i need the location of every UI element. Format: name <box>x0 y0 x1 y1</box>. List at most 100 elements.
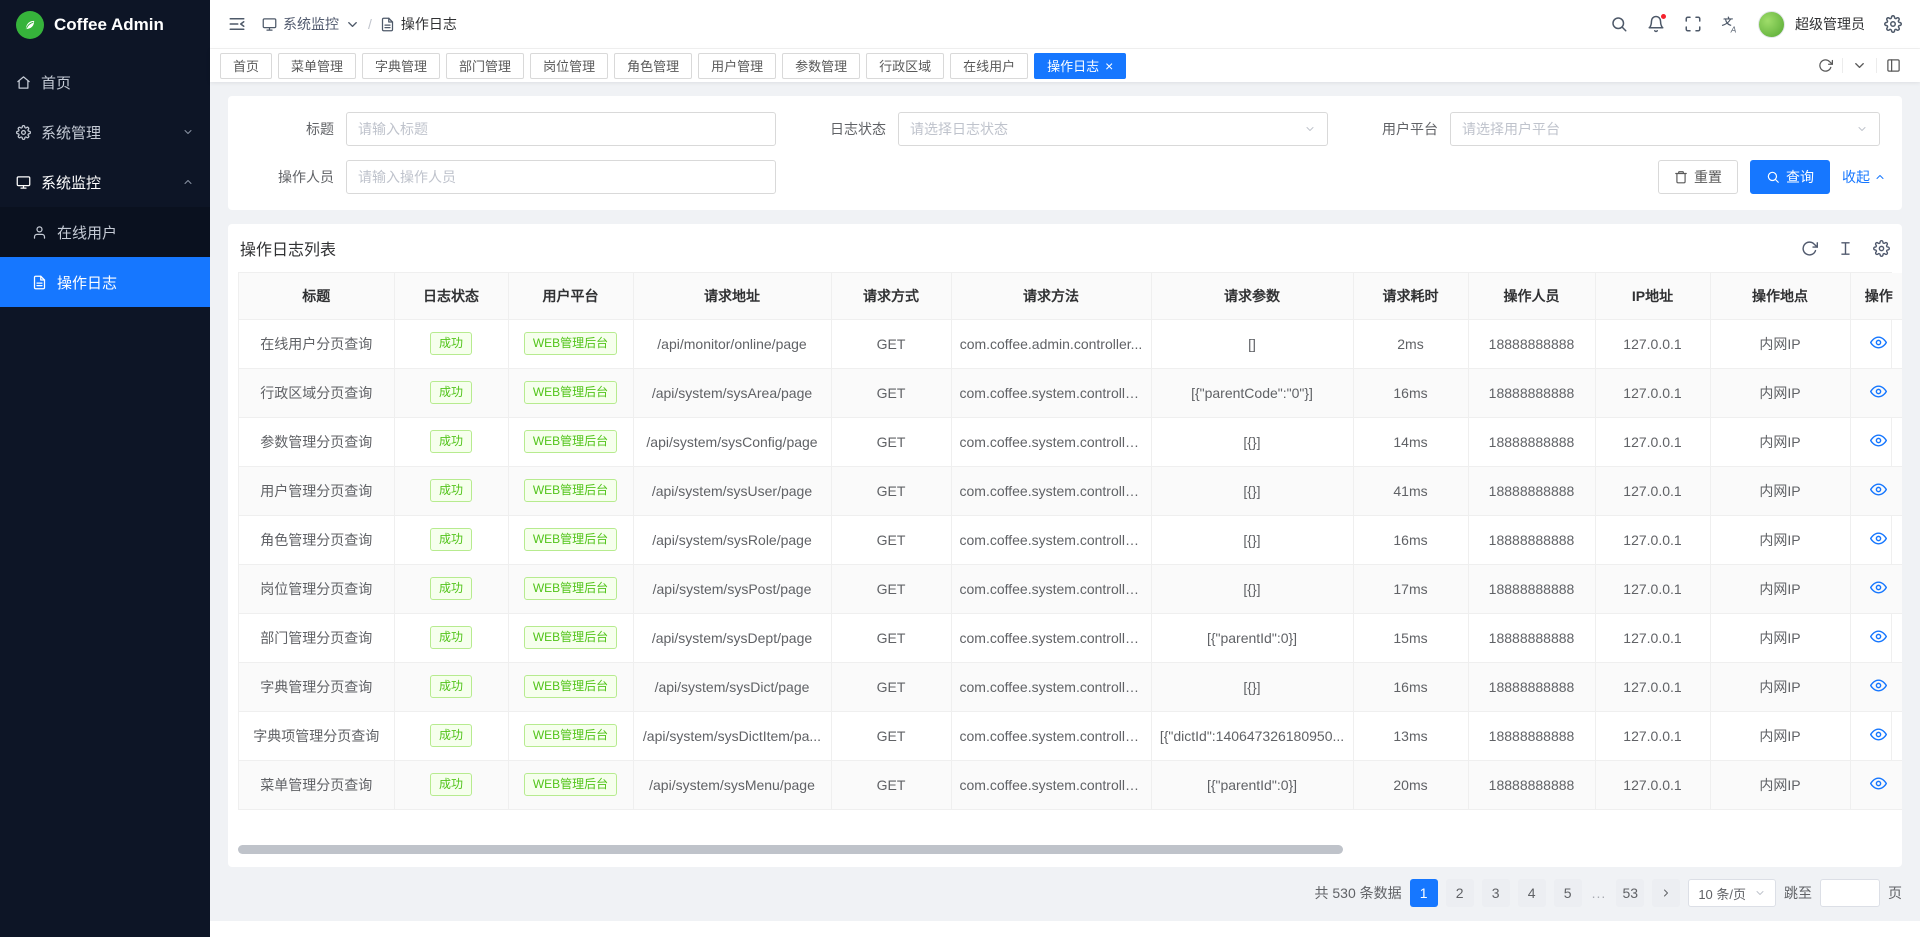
monitor-icon <box>16 175 31 190</box>
cell-actions <box>1850 368 1902 417</box>
filter-actions: 重置 查询 收起 <box>1658 160 1886 194</box>
view-detail-button[interactable] <box>1870 628 1887 645</box>
cell-ip: 127.0.0.1 <box>1595 711 1710 760</box>
view-detail-button[interactable] <box>1870 677 1887 694</box>
operator-input[interactable] <box>346 160 776 194</box>
cell-platform: WEB管理后台 <box>508 515 633 564</box>
page-button-3[interactable]: 3 <box>1482 879 1510 907</box>
cell-duration: 13ms <box>1353 711 1468 760</box>
page-size-select[interactable]: 10 条/页 <box>1688 879 1776 907</box>
language-icon[interactable]: 文A <box>1721 15 1739 33</box>
cell-title: 字典项管理分页查询 <box>239 711 394 760</box>
sidebar-item-home[interactable]: 首页 <box>0 57 210 107</box>
view-detail-button[interactable] <box>1870 775 1887 792</box>
monitor-icon <box>262 17 277 32</box>
breadcrumb-item-monitor[interactable]: 系统监控 <box>262 14 360 34</box>
status-select[interactable]: 请选择日志状态 <box>898 112 1328 146</box>
brand-logo-icon <box>16 11 44 39</box>
sidebar-item-online-users[interactable]: 在线用户 <box>0 207 210 257</box>
breadcrumb-label: 系统监控 <box>283 14 339 34</box>
chevron-down-icon <box>1754 887 1766 899</box>
column-header: 请求方法 <box>951 273 1151 319</box>
view-detail-button[interactable] <box>1870 481 1887 498</box>
chevron-down-icon <box>182 126 194 138</box>
total-count: 共 530 条数据 <box>1315 883 1402 903</box>
fullscreen-icon[interactable] <box>1684 15 1702 33</box>
current-user-name[interactable]: 超级管理员 <box>1795 14 1865 34</box>
search-button[interactable]: 查询 <box>1750 160 1830 194</box>
tab-home[interactable]: 首页 <box>220 53 272 79</box>
cell-method: GET <box>831 564 951 613</box>
brand-logo[interactable]: Coffee Admin <box>0 0 210 49</box>
cell-ip: 127.0.0.1 <box>1595 368 1710 417</box>
page-button-1[interactable]: 1 <box>1410 879 1438 907</box>
tab-area-management[interactable]: 行政区域 <box>866 53 944 79</box>
cell-duration: 20ms <box>1353 760 1468 809</box>
cell-duration: 16ms <box>1353 368 1468 417</box>
platform-select[interactable]: 请选择用户平台 <box>1450 112 1880 146</box>
cell-platform: WEB管理后台 <box>508 417 633 466</box>
cell-function: com.coffee.system.controlle... <box>951 760 1151 809</box>
sidebar-item-operation-log[interactable]: 操作日志 <box>0 257 210 307</box>
tab-menu-icon[interactable] <box>1852 58 1867 73</box>
tab-operation-log[interactable]: 操作日志× <box>1034 53 1126 79</box>
sidebar-item-label: 系统管理 <box>41 122 101 143</box>
search-icon[interactable] <box>1610 15 1628 33</box>
sidebar-item-system-management[interactable]: 系统管理 <box>0 107 210 157</box>
tab-user-management[interactable]: 用户管理 <box>698 53 776 79</box>
tab-dict-management[interactable]: 字典管理 <box>362 53 440 79</box>
cell-method: GET <box>831 417 951 466</box>
cell-url: /api/system/sysArea/page <box>633 368 831 417</box>
jump-page-input[interactable] <box>1820 879 1880 907</box>
refresh-table-icon[interactable] <box>1801 240 1818 257</box>
cell-params: [{}] <box>1151 466 1353 515</box>
app-root: Coffee Admin 首页系统管理系统监控在线用户操作日志 系统监控 / 操… <box>0 0 1920 937</box>
collapse-filters-link[interactable]: 收起 <box>1842 167 1886 187</box>
page-button-2[interactable]: 2 <box>1446 879 1474 907</box>
row-density-icon[interactable] <box>1837 240 1854 257</box>
view-detail-button[interactable] <box>1870 432 1887 449</box>
chevron-up-icon <box>182 176 194 188</box>
column-settings-icon[interactable] <box>1873 240 1890 257</box>
title-input[interactable] <box>346 112 776 146</box>
tab-menu-management[interactable]: 菜单管理 <box>278 53 356 79</box>
platform-tag: WEB管理后台 <box>524 332 617 355</box>
view-detail-button[interactable] <box>1870 383 1887 400</box>
settings-icon[interactable] <box>1884 15 1902 33</box>
page-button-4[interactable]: 4 <box>1518 879 1546 907</box>
breadcrumb-label: 操作日志 <box>401 14 457 34</box>
page-button-53[interactable]: 53 <box>1616 879 1644 907</box>
tab-config-management[interactable]: 参数管理 <box>782 53 860 79</box>
cell-platform: WEB管理后台 <box>508 711 633 760</box>
page-button-5[interactable]: 5 <box>1554 879 1582 907</box>
platform-tag: WEB管理后台 <box>524 724 617 747</box>
collapse-filters-label: 收起 <box>1842 167 1870 187</box>
collapse-sidebar-icon[interactable] <box>228 15 246 33</box>
view-detail-button[interactable] <box>1870 579 1887 596</box>
notifications-button[interactable] <box>1647 15 1665 33</box>
tab-post-management[interactable]: 岗位管理 <box>530 53 608 79</box>
chevron-down-icon <box>1856 123 1868 135</box>
next-page-button[interactable] <box>1652 879 1680 907</box>
view-detail-button[interactable] <box>1870 726 1887 743</box>
cell-function: com.coffee.system.controlle... <box>951 515 1151 564</box>
sidebar-item-label: 操作日志 <box>57 272 117 293</box>
cell-status: 成功 <box>394 319 508 368</box>
column-header: 操作人员 <box>1468 273 1595 319</box>
view-detail-button[interactable] <box>1870 334 1887 351</box>
reset-button[interactable]: 重置 <box>1658 160 1738 194</box>
cell-method: GET <box>831 368 951 417</box>
breadcrumb-item-log[interactable]: 操作日志 <box>380 14 457 34</box>
user-avatar[interactable] <box>1758 11 1785 38</box>
refresh-tab-icon[interactable] <box>1818 58 1833 73</box>
tab-online-users[interactable]: 在线用户 <box>950 53 1028 79</box>
content-fullscreen-icon[interactable] <box>1886 58 1901 73</box>
close-tab-icon[interactable]: × <box>1105 59 1113 73</box>
horizontal-scrollbar[interactable] <box>238 845 1343 854</box>
pager-ellipsis[interactable]: ... <box>1590 885 1609 901</box>
tab-role-management[interactable]: 角色管理 <box>614 53 692 79</box>
view-detail-button[interactable] <box>1870 530 1887 547</box>
column-header: 操作地点 <box>1710 273 1850 319</box>
sidebar-item-system-monitor[interactable]: 系统监控 <box>0 157 210 207</box>
tab-dept-management[interactable]: 部门管理 <box>446 53 524 79</box>
